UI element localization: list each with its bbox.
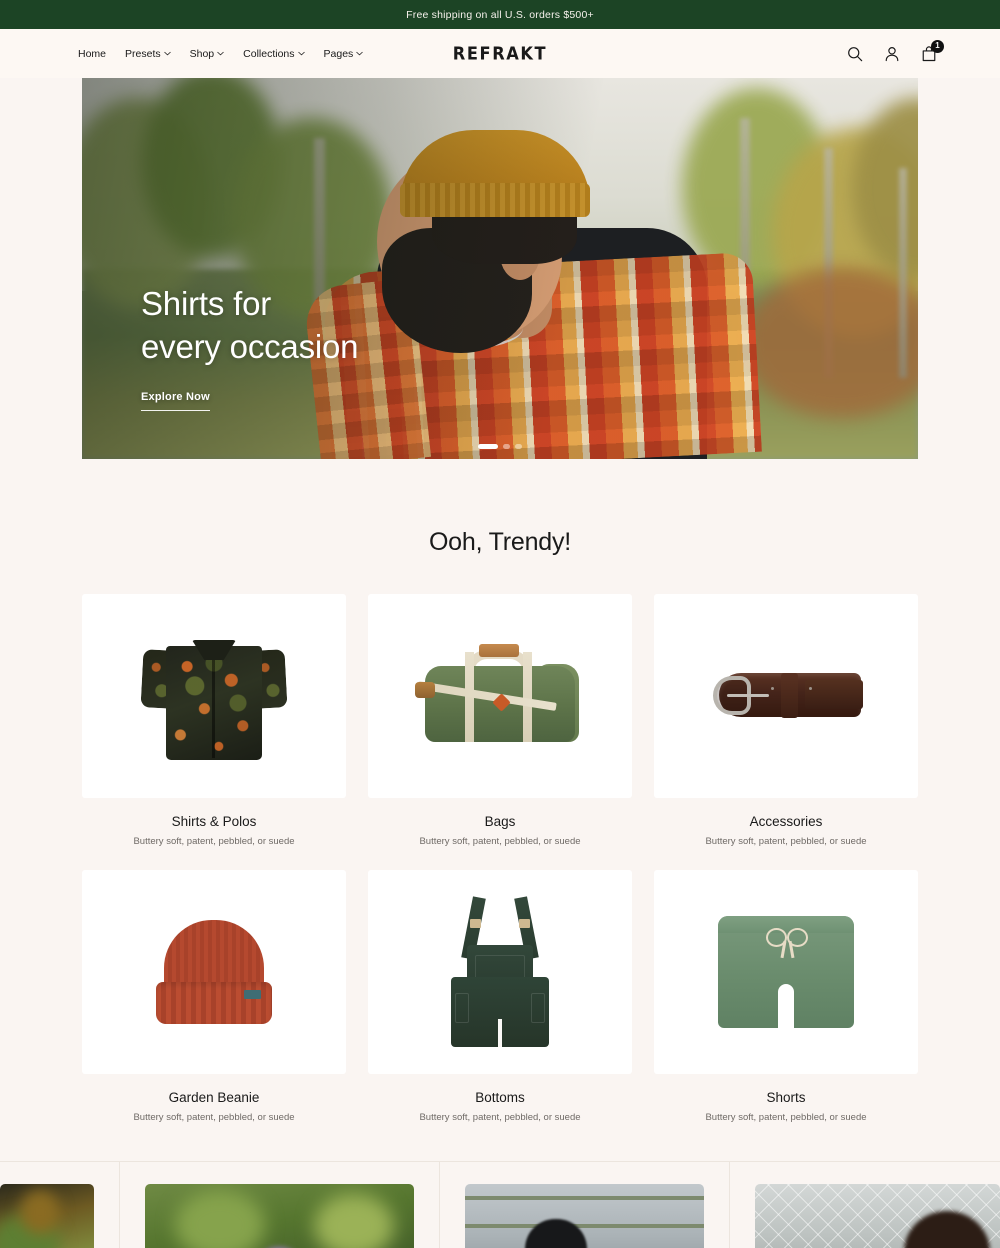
category-title: Bottoms xyxy=(475,1090,525,1105)
lifestyle-photo-1 xyxy=(0,1184,94,1248)
category-image-shorts xyxy=(654,870,918,1074)
main-navigation: Home Presets Shop Collections Pages xyxy=(78,48,363,60)
lifestyle-photo-4 xyxy=(755,1184,1000,1248)
site-logo[interactable]: REFRAKT xyxy=(453,43,547,64)
category-card-garden-beanie[interactable]: Garden Beanie Buttery soft, patent, pebb… xyxy=(82,870,346,1123)
category-subtitle: Buttery soft, patent, pebbled, or suede xyxy=(705,836,867,847)
search-icon[interactable] xyxy=(846,45,864,63)
hero-dot-3[interactable] xyxy=(515,444,522,449)
green-overall-shorts-art xyxy=(441,896,559,1047)
category-card-shirts-polos[interactable]: Shirts & Polos Buttery soft, patent, peb… xyxy=(82,594,346,847)
nav-label-shop: Shop xyxy=(189,47,215,60)
category-card-bottoms[interactable]: Bottoms Buttery soft, patent, pebbled, o… xyxy=(368,870,632,1123)
category-title: Shirts & Polos xyxy=(171,814,257,829)
green-duffel-bag-art xyxy=(411,640,589,752)
category-image-accessories xyxy=(654,594,918,798)
hero-title-line-2: every occasion xyxy=(141,328,359,366)
chevron-down-icon xyxy=(297,50,305,57)
announcement-bar: Free shipping on all U.S. orders $500+ xyxy=(0,0,1000,29)
nav-item-pages[interactable]: Pages xyxy=(324,48,364,60)
hero-slider-dots xyxy=(478,444,522,449)
lifestyle-photo-2 xyxy=(145,1184,414,1248)
rust-knit-beanie-art xyxy=(154,920,274,1024)
category-subtitle: Buttery soft, patent, pebbled, or suede xyxy=(133,1112,295,1123)
hero-section: Shirts for every occasion Explore Now xyxy=(0,78,1000,459)
category-image-bottoms xyxy=(368,870,632,1074)
announcement-text: Free shipping on all U.S. orders $500+ xyxy=(406,8,594,21)
section-title-trendy: Ooh, Trendy! xyxy=(428,528,572,556)
nav-label-home: Home xyxy=(78,47,107,60)
sage-drawstring-shorts-art xyxy=(718,916,854,1028)
nav-label-collections: Collections xyxy=(243,47,295,60)
cart-count-badge: 1 xyxy=(931,39,944,53)
category-card-shorts[interactable]: Shorts Buttery soft, patent, pebbled, or… xyxy=(654,870,918,1123)
category-image-garden-beanie xyxy=(82,870,346,1074)
category-card-accessories[interactable]: Accessories Buttery soft, patent, pebble… xyxy=(654,594,918,847)
category-title: Accessories xyxy=(749,814,823,829)
category-title: Garden Beanie xyxy=(168,1090,260,1105)
floral-camp-shirt-art xyxy=(140,632,288,760)
carousel-cell-3[interactable] xyxy=(440,1162,730,1248)
nav-label-presets: Presets xyxy=(125,47,161,60)
nav-item-collections[interactable]: Collections xyxy=(243,47,305,60)
category-subtitle: Buttery soft, patent, pebbled, or suede xyxy=(133,836,295,847)
header-actions: 1 xyxy=(846,39,944,63)
hero-title: Shirts for every occasion xyxy=(141,282,359,369)
chevron-down-icon xyxy=(356,50,363,57)
hero-copy: Shirts for every occasion Explore Now xyxy=(141,282,359,411)
category-card-bags[interactable]: Bags Buttery soft, patent, pebbled, or s… xyxy=(368,594,632,847)
nav-label-pages: Pages xyxy=(323,47,354,60)
nav-item-home[interactable]: Home xyxy=(78,48,106,60)
category-subtitle: Buttery soft, patent, pebbled, or suede xyxy=(419,1112,581,1123)
hero-dot-2[interactable] xyxy=(503,444,510,449)
category-image-bags xyxy=(368,594,632,798)
chevron-down-icon xyxy=(217,50,224,57)
brown-leather-belt-art xyxy=(705,667,867,725)
cart-icon[interactable]: 1 xyxy=(920,39,944,63)
nav-item-presets[interactable]: Presets xyxy=(125,48,171,60)
chevron-down-icon xyxy=(163,50,171,57)
hero-dot-1[interactable] xyxy=(478,444,498,449)
carousel-cell-4[interactable] xyxy=(730,1162,1000,1248)
carousel-cell-1[interactable] xyxy=(0,1162,120,1248)
category-title: Shorts xyxy=(766,1090,806,1105)
category-title: Bags xyxy=(484,814,516,829)
lifestyle-photo-3 xyxy=(465,1184,704,1248)
category-image-shirts-polos xyxy=(82,594,346,798)
hero-cta-link[interactable]: Explore Now xyxy=(141,391,210,411)
site-header: Home Presets Shop Collections Pages REFR… xyxy=(0,29,1000,78)
nav-item-shop[interactable]: Shop xyxy=(190,48,225,60)
category-grid: Shirts & Polos Buttery soft, patent, peb… xyxy=(0,557,1000,1123)
account-icon[interactable] xyxy=(883,45,901,63)
lifestyle-carousel xyxy=(0,1161,1000,1248)
category-subtitle: Buttery soft, patent, pebbled, or suede xyxy=(419,836,581,847)
hero-title-line-1: Shirts for xyxy=(141,284,272,322)
category-subtitle: Buttery soft, patent, pebbled, or suede xyxy=(705,1112,867,1123)
carousel-cell-2[interactable] xyxy=(120,1162,440,1248)
hero-slide[interactable]: Shirts for every occasion Explore Now xyxy=(82,78,918,459)
